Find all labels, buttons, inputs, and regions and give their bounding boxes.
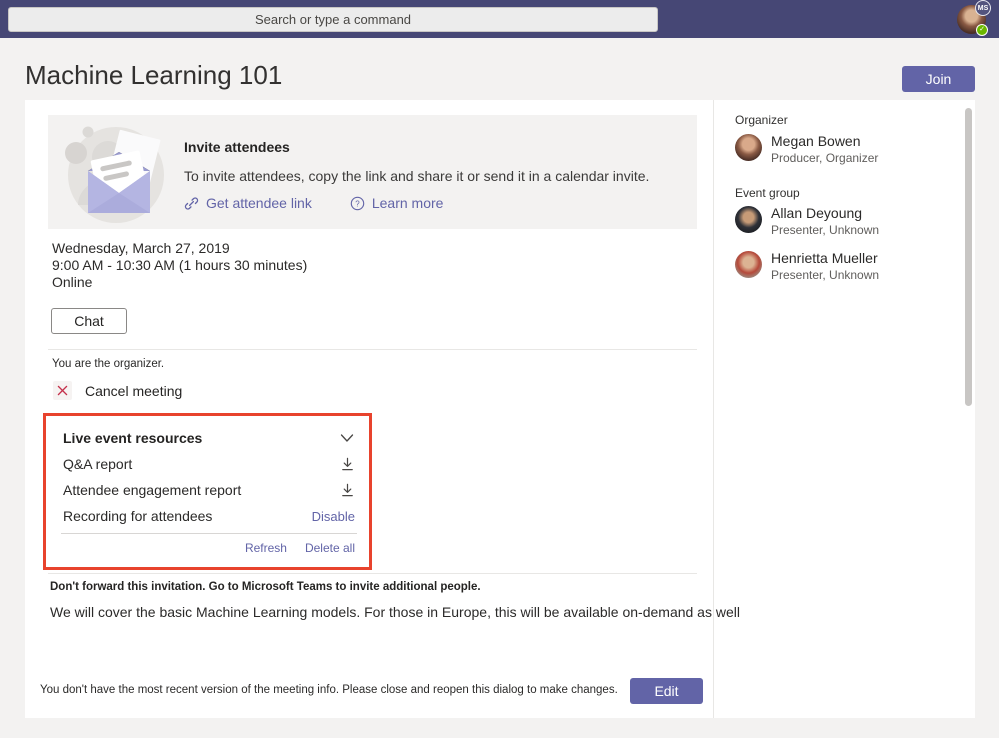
meeting-time: 9:00 AM - 10:30 AM (1 hours 30 minutes) (52, 257, 307, 274)
divider (48, 349, 697, 350)
refresh-link[interactable]: Refresh (245, 541, 287, 555)
person-role: Presenter, Unknown (771, 223, 879, 237)
avatar (735, 251, 762, 278)
person-row[interactable]: Megan Bowen Producer, Organizer (735, 134, 878, 165)
disable-recording-link[interactable]: Disable (312, 509, 355, 524)
page-title: Machine Learning 101 (25, 60, 282, 91)
get-attendee-link[interactable]: Get attendee link (184, 195, 312, 211)
invite-attendees-description: To invite attendees, copy the link and s… (184, 168, 649, 184)
envelope-illustration-icon (58, 119, 178, 225)
learn-more-label: Learn more (372, 195, 444, 211)
download-icon[interactable] (340, 483, 355, 498)
divider (61, 533, 357, 534)
cancel-x-icon (53, 381, 72, 400)
person-name: Megan Bowen (771, 134, 878, 149)
meeting-details-panel: Invite attendees To invite attendees, co… (25, 100, 975, 718)
stale-version-notice: You don't have the most recent version o… (40, 684, 618, 696)
tenant-badge: MS (975, 0, 991, 16)
divider (48, 573, 697, 574)
edit-button[interactable]: Edit (630, 678, 703, 704)
help-circle-icon: ? (350, 196, 365, 211)
meeting-description: We will cover the basic Machine Learning… (50, 604, 740, 620)
divider (713, 100, 714, 718)
user-avatar[interactable]: MS ✓ (957, 5, 986, 34)
presence-available-icon: ✓ (976, 24, 988, 36)
delete-all-link[interactable]: Delete all (305, 541, 355, 555)
meeting-location: Online (52, 274, 307, 291)
person-row[interactable]: Henrietta Mueller Presenter, Unknown (735, 251, 879, 282)
app-header: Search or type a command MS ✓ (0, 0, 999, 38)
learn-more-link[interactable]: ? Learn more (350, 195, 444, 211)
link-icon (184, 196, 199, 211)
cancel-meeting-button[interactable]: Cancel meeting (53, 381, 182, 400)
chevron-down-icon[interactable] (339, 430, 355, 446)
organizer-section-label: Organizer (735, 113, 788, 127)
person-name: Henrietta Mueller (771, 251, 879, 266)
person-row[interactable]: Allan Deyoung Presenter, Unknown (735, 206, 879, 237)
live-event-resources-box: Live event resources Q&A report Attendee… (43, 413, 372, 570)
join-button[interactable]: Join (902, 66, 975, 92)
invite-attendees-title: Invite attendees (184, 139, 290, 155)
meeting-date: Wednesday, March 27, 2019 (52, 240, 307, 257)
download-icon[interactable] (340, 457, 355, 472)
person-role: Producer, Organizer (771, 151, 878, 165)
forward-warning-text: Don't forward this invitation. Go to Mic… (50, 581, 481, 593)
person-role: Presenter, Unknown (771, 268, 879, 282)
resource-row-label: Q&A report (63, 456, 132, 472)
resources-title: Live event resources (63, 430, 202, 446)
chat-button[interactable]: Chat (51, 308, 127, 334)
svg-text:?: ? (355, 199, 360, 208)
avatar (735, 206, 762, 233)
cancel-meeting-label: Cancel meeting (85, 383, 182, 399)
resource-row-label: Recording for attendees (63, 508, 212, 524)
scrollbar[interactable] (965, 108, 972, 406)
search-input[interactable]: Search or type a command (8, 7, 658, 32)
organizer-note: You are the organizer. (52, 358, 164, 370)
invite-attendees-box: Invite attendees To invite attendees, co… (48, 115, 697, 229)
event-group-section-label: Event group (735, 186, 800, 200)
person-name: Allan Deyoung (771, 206, 879, 221)
avatar (735, 134, 762, 161)
get-attendee-link-label: Get attendee link (206, 195, 312, 211)
resource-row-label: Attendee engagement report (63, 482, 241, 498)
